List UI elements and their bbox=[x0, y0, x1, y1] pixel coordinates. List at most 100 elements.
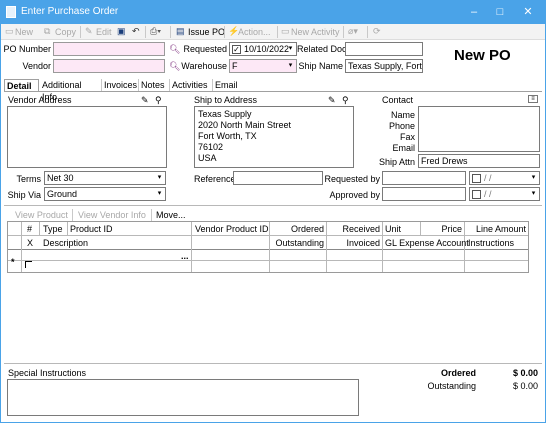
requested-by-date-field[interactable]: / / ▾ bbox=[469, 171, 540, 185]
approved-by-label: Approved by bbox=[329, 190, 380, 200]
col-instructions: Instructions bbox=[468, 238, 515, 248]
edit-button[interactable]: Edit bbox=[96, 26, 112, 38]
map-pin-icon[interactable]: ⚲ bbox=[342, 95, 349, 105]
ship-to-line-3: Fort Worth, TX bbox=[198, 131, 257, 141]
requested-by-field[interactable] bbox=[382, 171, 466, 185]
ship-via-value: Ground bbox=[47, 189, 78, 199]
save-icon[interactable]: ▣ bbox=[117, 26, 126, 38]
chevron-down-icon[interactable]: ▾ bbox=[528, 172, 539, 184]
related-doc-label: Related Doc bbox=[297, 44, 347, 54]
row-select-icon[interactable] bbox=[25, 261, 32, 268]
requested-by-date-value: / / bbox=[484, 173, 492, 183]
ship-name-field[interactable]: Texas Supply, Fort W bbox=[345, 59, 423, 73]
approved-by-field[interactable] bbox=[382, 187, 466, 201]
maximize-button[interactable]: □ bbox=[491, 4, 509, 20]
close-button[interactable]: ✕ bbox=[519, 4, 537, 20]
related-doc-field[interactable] bbox=[345, 42, 423, 56]
map-pin-icon[interactable]: ⚲ bbox=[155, 95, 162, 105]
special-instructions-label: Special Instructions bbox=[8, 368, 87, 378]
ship-via-label: Ship Via bbox=[7, 190, 41, 200]
chevron-down-icon[interactable]: ▾ bbox=[154, 172, 165, 184]
col-number: # bbox=[27, 224, 33, 234]
new-activity-button[interactable]: New Activity bbox=[291, 26, 340, 38]
requested-date-field[interactable]: ✓ 10/10/2022 ▾ bbox=[229, 42, 297, 56]
col-unit: Unit bbox=[385, 224, 402, 234]
col-received: Received bbox=[342, 224, 380, 234]
move-button[interactable]: Move... bbox=[156, 210, 186, 221]
print-icon[interactable]: ⎙▾ bbox=[150, 26, 161, 38]
col-invoiced: Invoiced bbox=[346, 238, 380, 248]
col-type: Type bbox=[43, 224, 63, 234]
window-title: Enter Purchase Order bbox=[21, 6, 119, 17]
view-vendor-info-button[interactable]: View Vendor Info bbox=[78, 210, 146, 221]
approved-by-date-value: / / bbox=[484, 189, 492, 199]
special-instructions-field[interactable] bbox=[7, 379, 359, 416]
outstanding-total-value: $ 0.00 bbox=[512, 381, 538, 391]
ship-to-address-box[interactable]: Texas Supply 2020 North Main Street Fort… bbox=[194, 106, 354, 168]
ship-to-line-1: Texas Supply bbox=[198, 109, 252, 119]
refresh-icon[interactable]: ⟳ bbox=[373, 26, 381, 38]
contact-box[interactable] bbox=[418, 106, 540, 152]
contact-label: Contact bbox=[382, 95, 414, 105]
attachment-icon[interactable]: ⌀▾ bbox=[348, 26, 358, 38]
chevron-down-icon[interactable]: ▾ bbox=[528, 188, 539, 200]
requested-date-value: 10/10/2022 bbox=[244, 44, 290, 54]
contact-card-icon[interactable]: ≡ bbox=[528, 95, 538, 103]
col-vendor-product-id: Vendor Product ID bbox=[195, 224, 269, 234]
col-x: X bbox=[27, 238, 34, 248]
ordered-total-value: $ 0.00 bbox=[512, 368, 538, 378]
vendor-field[interactable] bbox=[53, 59, 165, 73]
outstanding-total-label: Outstanding bbox=[427, 381, 476, 391]
action-button[interactable]: Action... bbox=[238, 26, 271, 38]
terms-value: Net 30 bbox=[47, 173, 74, 183]
new-activity-icon: ▭ bbox=[281, 26, 290, 36]
ship-attn-label: Ship Attn bbox=[378, 157, 415, 167]
ship-name-label: Ship Name bbox=[298, 61, 343, 71]
edit-vendor-address-icon[interactable]: ✎ bbox=[141, 95, 149, 105]
copy-icon: ⧉ bbox=[44, 26, 51, 36]
edit-icon: ✎ bbox=[85, 26, 93, 36]
reference-field[interactable] bbox=[233, 171, 323, 185]
col-gl-expense-account: GL Expense Account bbox=[385, 238, 469, 248]
vendor-address-box[interactable] bbox=[7, 106, 167, 168]
new-button[interactable]: New bbox=[15, 26, 33, 38]
col-product-id: Product ID bbox=[70, 224, 113, 234]
warehouse-value: F bbox=[232, 61, 238, 71]
warehouse-select[interactable]: F ▾ bbox=[229, 59, 297, 73]
col-outstanding: Outstanding bbox=[275, 238, 324, 248]
requested-checkbox[interactable]: ✓ bbox=[232, 45, 241, 54]
col-description: Description bbox=[43, 238, 89, 248]
chevron-down-icon[interactable]: ▾ bbox=[154, 188, 165, 200]
minimize-button[interactable]: – bbox=[465, 4, 483, 20]
terms-select[interactable]: Net 30 ▾ bbox=[44, 171, 166, 185]
copy-button[interactable]: Copy bbox=[55, 26, 76, 38]
ship-to-line-2: 2020 North Main Street bbox=[198, 120, 292, 130]
contact-phone-label: Phone bbox=[388, 121, 415, 131]
title-bar: Enter Purchase Order – □ ✕ bbox=[1, 1, 545, 24]
chevron-down-icon[interactable]: ▾ bbox=[285, 60, 296, 72]
tab-underline bbox=[4, 91, 542, 92]
issue-po-button[interactable]: Issue PO bbox=[188, 26, 225, 38]
po-number-field[interactable] bbox=[53, 42, 165, 56]
approved-by-date-field[interactable]: / / ▾ bbox=[469, 187, 540, 201]
product-lookup-button[interactable]: ... bbox=[181, 251, 189, 262]
approved-by-date-checkbox[interactable] bbox=[472, 190, 481, 199]
document-icon bbox=[6, 6, 16, 18]
edit-ship-to-icon[interactable]: ✎ bbox=[328, 95, 336, 105]
requested-by-date-checkbox[interactable] bbox=[472, 174, 481, 183]
chevron-down-icon[interactable]: ▾ bbox=[285, 43, 296, 55]
view-product-button[interactable]: View Product bbox=[15, 210, 68, 221]
vendor-address-label: Vendor Address bbox=[8, 95, 72, 105]
vendor-label: Vendor bbox=[22, 61, 51, 71]
ship-to-address-label: Ship to Address bbox=[194, 95, 258, 105]
ship-to-line-5: USA bbox=[198, 153, 217, 163]
requested-label: Requested bbox=[183, 44, 227, 54]
undo-icon[interactable]: ↶ bbox=[132, 26, 140, 38]
reference-label: Reference bbox=[194, 174, 236, 184]
enter-purchase-order-window: Enter Purchase Order – □ ✕ ▭ New ⧉ Copy … bbox=[0, 0, 546, 423]
contact-name-label: Name bbox=[390, 110, 415, 120]
ship-attn-field[interactable]: Fred Drews bbox=[418, 154, 540, 168]
contact-fax-label: Fax bbox=[399, 132, 415, 142]
ship-via-select[interactable]: Ground ▾ bbox=[44, 187, 166, 201]
ordered-total-label: Ordered bbox=[440, 368, 476, 378]
